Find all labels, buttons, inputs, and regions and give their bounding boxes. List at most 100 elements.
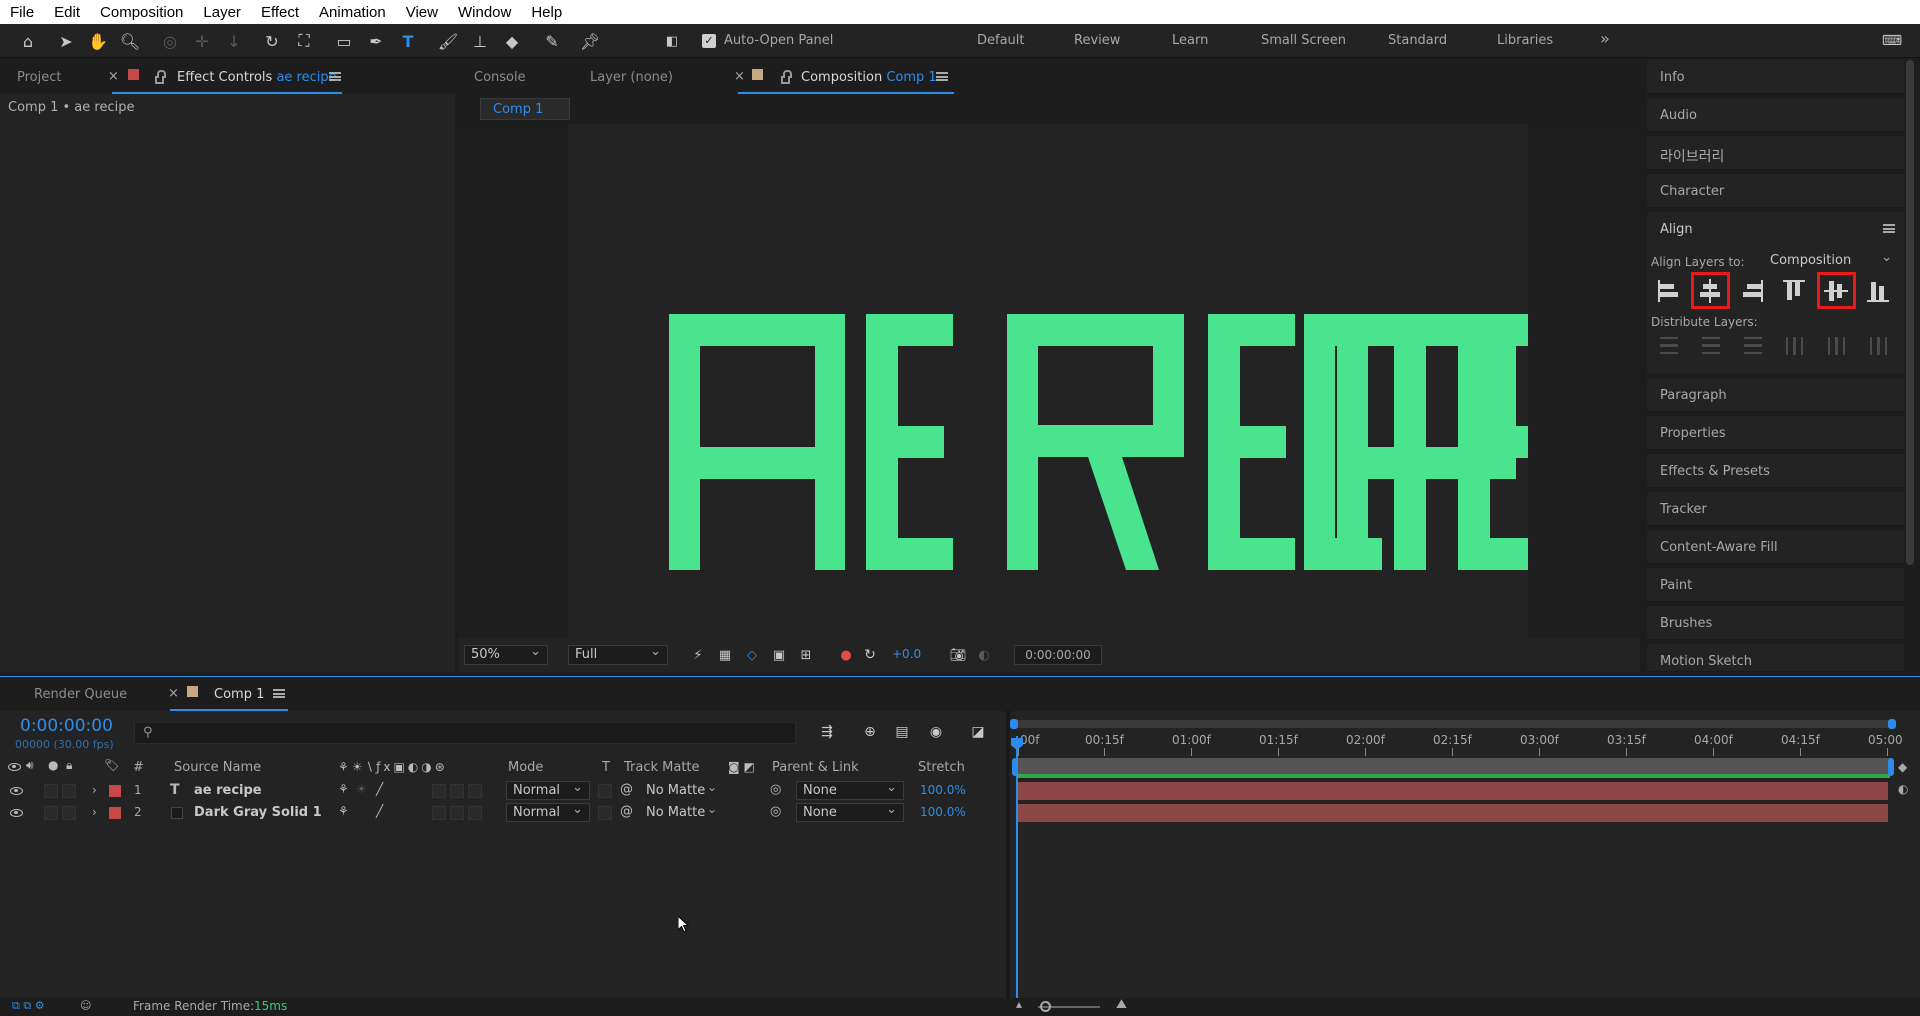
panel-motion-sketch[interactable]: Motion Sketch (1647, 644, 1904, 672)
align-left-icon[interactable] (1656, 278, 1682, 304)
distribute-left-icon[interactable] (1782, 333, 1808, 359)
menu-edit[interactable]: Edit (44, 4, 90, 21)
search-help-icon[interactable]: ⌨ (1880, 29, 1904, 53)
quality-switch-icon[interactable]: ╱ (376, 782, 383, 796)
shy-switch-icon[interactable]: ⚘ (338, 804, 349, 818)
comp-canvas[interactable] (568, 124, 1528, 638)
switch-box[interactable] (468, 784, 482, 798)
timeline-divider[interactable] (1006, 710, 1010, 1000)
mode-dropdown[interactable]: Normal (506, 779, 590, 800)
zoom-in-icon[interactable]: ⛰ (1116, 997, 1127, 1012)
matte-pickwhip-icon[interactable]: @ (620, 804, 633, 819)
orbit-tool-icon[interactable]: ◎ (158, 29, 182, 53)
stretch-value[interactable]: 100.0% (920, 783, 966, 797)
tab-layer[interactable]: Layer (none) (590, 70, 673, 85)
track-matte-dropdown[interactable]: No Matte (646, 805, 705, 820)
quality-switch-icon[interactable]: ╱ (376, 804, 383, 818)
composition-flowchart-icon[interactable]: ⇶ (815, 720, 839, 744)
eye-icon[interactable] (10, 809, 23, 817)
menu-help[interactable]: Help (521, 4, 572, 21)
align-right-icon[interactable] (1739, 278, 1765, 304)
switch-box[interactable] (450, 806, 464, 820)
lock-marker-icon[interactable]: ◐ (1898, 782, 1914, 798)
preserve-transparency-box[interactable] (598, 806, 612, 820)
selection-tool-icon[interactable]: ➤ (54, 29, 78, 53)
show-snapshot-icon[interactable]: ◐ (972, 643, 996, 667)
chevron-down-icon[interactable]: ⌄ (707, 802, 717, 816)
work-area-bar[interactable] (1012, 720, 1894, 728)
switch-box[interactable] (432, 806, 446, 820)
layer-name[interactable]: ae recipe (194, 783, 262, 798)
tab-project[interactable]: Project (17, 70, 61, 85)
mask-visibility-icon[interactable]: ◇ (740, 643, 764, 667)
align-menu-icon[interactable] (1883, 224, 1895, 233)
distribute-vertical-center-icon[interactable] (1698, 333, 1724, 359)
parent-dropdown[interactable]: None (796, 779, 904, 800)
snapshot-icon[interactable]: 📷︎ (946, 643, 970, 667)
playhead-line[interactable] (1016, 736, 1018, 1000)
timeline-search-input[interactable]: ⚲ (134, 722, 796, 744)
tab-render-queue[interactable]: Render Queue (34, 687, 127, 702)
grid-guides-icon[interactable]: ⊞ (794, 643, 818, 667)
rotate-tool-icon[interactable]: ↻ (260, 29, 284, 53)
footer-person-icon[interactable]: ☺ (80, 999, 91, 1012)
distribute-horizontal-center-icon[interactable] (1824, 333, 1850, 359)
layer-duration-bar[interactable] (1016, 804, 1888, 822)
zoom-dropdown[interactable]: 50% (464, 643, 548, 665)
parent-dropdown[interactable]: None (796, 801, 904, 822)
current-time-display[interactable]: 0:00:00:00 (1014, 645, 1102, 665)
close-icon[interactable]: × (734, 69, 745, 84)
menu-view[interactable]: View (396, 4, 448, 21)
chevron-down-icon[interactable]: ⌄ (707, 780, 717, 794)
workspace-small-screen[interactable]: Small Screen (1261, 33, 1346, 48)
panel-libraries-kr[interactable]: 라이브러리 (1647, 136, 1904, 170)
workspace-standard[interactable]: Standard (1388, 33, 1447, 48)
distribute-top-icon[interactable] (1656, 333, 1682, 359)
tab-timeline-comp[interactable]: Comp 1 (214, 687, 264, 702)
workspace-libraries[interactable]: Libraries (1497, 33, 1553, 48)
reset-exposure-icon[interactable]: ↻ (858, 643, 882, 667)
work-area-end-handle[interactable] (1888, 719, 1896, 729)
type-tool-icon[interactable]: T (396, 29, 420, 53)
panel-effects-presets[interactable]: Effects & Presets (1647, 454, 1904, 488)
align-top-icon[interactable] (1781, 278, 1807, 304)
resolution-dropdown[interactable]: Full (568, 643, 668, 665)
panel-audio[interactable]: Audio (1647, 98, 1904, 132)
layer-label-color[interactable] (109, 785, 121, 797)
layer-name[interactable]: Dark Gray Solid 1 (194, 805, 322, 820)
menu-animation[interactable]: Animation (309, 4, 396, 21)
table-row[interactable]: › 2 Dark Gray Solid 1 ⚘ ╱ Normal @ No Ma… (0, 801, 1010, 824)
panel-menu-icon[interactable] (936, 72, 948, 81)
zoom-out-icon[interactable]: ▴ (1016, 997, 1022, 1011)
panel-paint[interactable]: Paint (1647, 568, 1904, 602)
comp-viewer[interactable] (458, 124, 1640, 638)
pan-tool-icon[interactable]: ✛ (190, 29, 214, 53)
column-mode[interactable]: Mode (508, 760, 543, 775)
dolly-tool-icon[interactable]: ↓ (222, 29, 246, 53)
lock-icon[interactable] (781, 70, 792, 84)
roto-brush-icon[interactable]: ✎ (540, 29, 564, 53)
panel-tracker[interactable]: Tracker (1647, 492, 1904, 526)
draft-3d-icon[interactable]: ⊕ (858, 720, 882, 744)
solo-box[interactable] (44, 784, 58, 798)
shy-switch-icon[interactable]: ⚘ (338, 782, 349, 796)
menu-composition[interactable]: Composition (90, 4, 193, 21)
matte-pickwhip-icon[interactable]: @ (620, 782, 633, 797)
layer-duration-bar[interactable] (1016, 782, 1888, 800)
tab-composition[interactable]: Composition Comp 1 (801, 70, 937, 85)
table-row[interactable]: › 1 T ae recipe ⚘ ☀ ╱ Normal @ No Matte … (0, 779, 1010, 802)
panel-toggle-icon[interactable]: ◧ (660, 29, 684, 53)
lock-icon[interactable] (155, 70, 166, 84)
panel-content-aware-fill[interactable]: Content-Aware Fill (1647, 530, 1904, 564)
layer-label-color[interactable] (109, 807, 121, 819)
collapse-switch-icon[interactable]: ☀ (356, 782, 367, 796)
transparency-grid-icon[interactable]: ▦ (713, 643, 737, 667)
exposure-value[interactable]: +0.0 (892, 647, 921, 661)
anchor-tool-icon[interactable]: ⛶ (292, 29, 316, 53)
close-icon[interactable]: × (168, 686, 179, 701)
menu-file[interactable]: File (0, 4, 44, 21)
switches-column-icons[interactable]: ⚘☀∖ƒx▣◐◑⊛ (338, 760, 448, 774)
lock-column-icon[interactable]: 🔒︎ (66, 758, 72, 773)
chevron-right-icon[interactable]: › (92, 805, 97, 819)
lock-box[interactable] (62, 806, 76, 820)
